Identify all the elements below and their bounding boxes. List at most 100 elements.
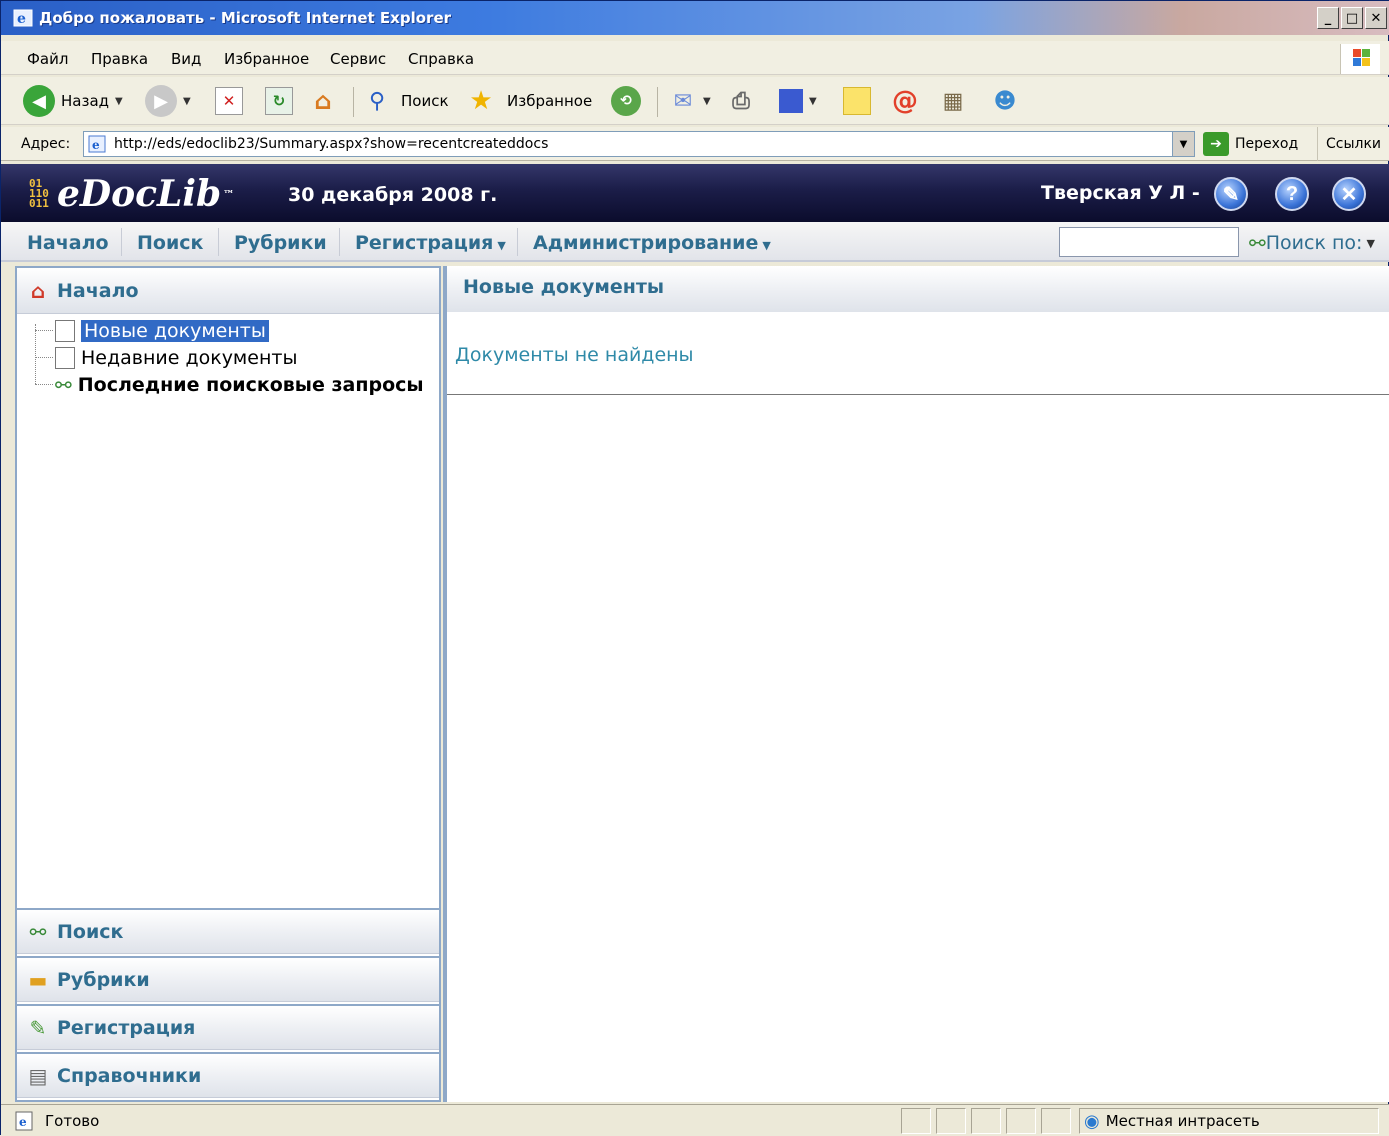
address-dropdown-icon[interactable]: ▼ [1172,132,1194,156]
go-button[interactable]: ➔ Переход [1203,131,1298,157]
history-button[interactable]: ⟲ [611,83,641,119]
edit-dropdown-icon[interactable]: ▼ [809,96,817,107]
mail-icon: ✉ [673,88,693,114]
sticky-note-icon [843,87,871,115]
main-content: Новые документы Документы не найдены [443,266,1389,1102]
nav-search[interactable]: Поиск [137,232,203,254]
search-button[interactable]: ⚲ Поиск [363,83,449,119]
title-bar: e Добро пожаловать - Microsoft Internet … [1,1,1389,35]
search-by-dropdown[interactable]: ⚯ Поиск по: ▼ [1249,231,1375,255]
app-navigation: Начало Поиск Рубрики Регистрация ▼ Админи… [1,222,1389,262]
current-date: 30 декабря 2008 г. [288,184,498,206]
edoclib-logo: 01 110 011 eDocLib ™ [29,172,234,216]
user-name[interactable]: Тверская У Л - [1041,182,1200,204]
quick-search-input[interactable] [1059,227,1239,257]
main-header: Новые документы [447,266,1389,312]
print-button[interactable]: ⎙ [727,83,755,119]
browser-window: e Добро пожаловать - Microsoft Internet … [0,0,1389,1136]
tree-item-recent-documents[interactable]: Недавние документы [55,345,297,371]
users-icon: ☻ [993,88,1017,114]
edit-button[interactable]: ▼ [779,83,817,119]
stop-icon: ✕ [215,87,243,115]
page-icon: e [88,135,106,153]
recent-document-icon [55,347,75,369]
address-url: http://eds/edoclib23/Summary.aspx?show=r… [114,136,549,152]
tree-item-label: Новые документы [81,320,269,342]
tree-item-recent-searches[interactable]: ⚯ Последние поисковые запросы [55,372,424,398]
home-section-label: Начало [57,279,139,302]
status-text: Готово [45,1112,100,1130]
back-dropdown-icon[interactable]: ▼ [115,96,123,107]
nav-admin-label: Администрирование [533,232,759,254]
home-section-header[interactable]: ⌂ Начало [17,268,439,314]
settings-wrench-icon[interactable]: ✎ [1214,177,1248,211]
binoculars-icon: ⚯ [1249,231,1266,255]
links-button[interactable]: Ссылки [1317,127,1381,161]
book-icon: ▤ [28,1063,48,1088]
menu-tools[interactable]: Сервис [330,50,386,68]
tree-item-label: Последние поисковые запросы [77,374,424,396]
minimize-button[interactable]: _ [1317,7,1339,29]
new-document-icon [55,320,75,342]
security-zone: ◉ Местная интрасеть [1079,1108,1379,1134]
logo-bits: 01 110 011 [29,177,49,210]
search-section-label: Поиск [57,920,124,943]
address-input[interactable]: e http://eds/edoclib23/Summary.aspx?show… [83,131,1195,157]
help-icon[interactable]: ? [1275,177,1309,211]
nav-admin[interactable]: Администрирование ▼ [533,232,771,254]
references-section-header[interactable]: ▤ Справочники [17,1052,439,1098]
star-icon: ★ [469,86,493,116]
chevron-down-icon: ▼ [762,239,771,252]
mail-button[interactable]: ✉ ▼ [669,83,711,119]
home-button[interactable]: ⌂ [309,83,337,119]
search-by-label: Поиск по: [1265,232,1363,254]
at-sign-icon: @ [892,86,918,116]
magnifier-icon: ⚲ [368,88,386,114]
nav-rubrics[interactable]: Рубрики [234,232,327,254]
logout-close-icon[interactable]: ✕ [1332,177,1366,211]
nav-home[interactable]: Начало [27,232,109,254]
content-divider [447,394,1389,395]
forward-dropdown-icon[interactable]: ▼ [183,96,191,107]
menu-file[interactable]: Файл [27,50,68,68]
stop-button[interactable]: ✕ [215,83,243,119]
research-button[interactable]: ▦ [939,83,967,119]
menu-edit[interactable]: Правка [91,50,148,68]
address-label: Адрес: [21,136,71,152]
forward-arrow-icon: ▶ [145,85,177,117]
mail-dropdown-icon[interactable]: ▼ [703,96,711,107]
chevron-down-icon: ▼ [1366,236,1375,250]
left-panel: ⌂ Начало Новые документы Недавние докуме… [15,266,441,1102]
contacts-button[interactable]: ☻ [991,83,1019,119]
app-header: 01 110 011 eDocLib ™ 30 декабря 2008 г. … [1,164,1389,222]
back-button[interactable]: ◀ Назад ▼ [23,83,123,119]
rubrics-section-label: Рубрики [57,968,150,991]
svg-text:e: e [19,1115,27,1129]
nav-registration[interactable]: Регистрация ▼ [355,232,506,254]
menu-bar: Файл Правка Вид Избранное Сервис Справка [1,41,1389,75]
maximize-button[interactable]: □ [1341,7,1363,29]
home-icon: ⌂ [314,87,332,115]
menu-favorites[interactable]: Избранное [224,50,309,68]
back-arrow-icon: ◀ [23,85,55,117]
rubrics-section-header[interactable]: ▬ Рубрики [17,956,439,1002]
menu-view[interactable]: Вид [171,50,201,68]
tree-item-new-documents[interactable]: Новые документы [55,318,269,344]
windows-logo-icon [1340,44,1380,74]
refresh-button[interactable]: ↻ [265,83,293,119]
forward-button[interactable]: ▶ ▼ [145,83,191,119]
globe-icon: ◉ [1084,1110,1100,1132]
messenger-button[interactable]: @ [891,83,919,119]
favorites-button[interactable]: ★ Избранное [467,83,592,119]
registration-section-header[interactable]: ✎ Регистрация [17,1004,439,1050]
menu-help[interactable]: Справка [408,50,474,68]
search-section-header[interactable]: ⚯ Поиск [17,908,439,954]
registration-section-label: Регистрация [57,1016,196,1039]
notes-button[interactable] [843,83,871,119]
zone-label: Местная интрасеть [1105,1112,1260,1130]
nav-registration-label: Регистрация [355,232,494,254]
references-section-label: Справочники [57,1064,202,1087]
folder-icon: ▬ [28,967,48,992]
window-title: Добро пожаловать - Microsoft Internet Ex… [39,9,452,27]
close-button[interactable]: ✕ [1365,7,1387,29]
